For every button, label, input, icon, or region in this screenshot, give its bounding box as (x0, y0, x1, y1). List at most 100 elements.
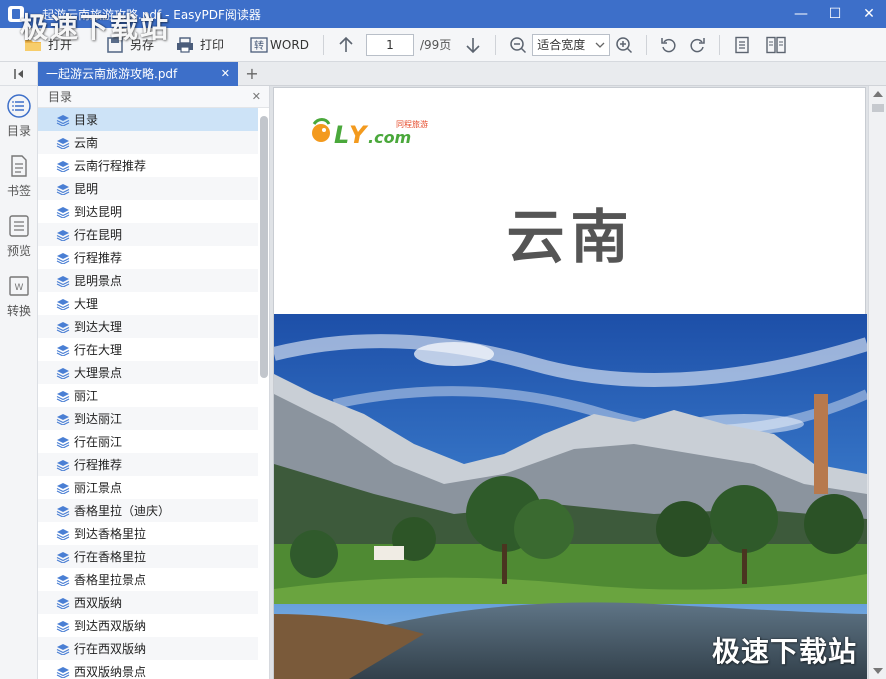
toc-item-label: 行在香格里拉 (74, 550, 147, 564)
zoom-out-icon (510, 36, 527, 53)
layers-icon (56, 367, 70, 379)
tab-document[interactable]: 一起游云南旅游攻略.pdf ✕ (38, 61, 238, 86)
toc-panel-close-icon[interactable]: ✕ (252, 90, 261, 103)
rail-item-preview[interactable]: 预览 (0, 206, 38, 266)
toc-item-label: 香格里拉景点 (74, 573, 147, 587)
page-heading: 云南 (506, 203, 635, 271)
to-word-button[interactable]: 转 WORD (244, 31, 315, 59)
toc-item[interactable]: 到达昆明 (38, 200, 258, 223)
toc-item[interactable]: 香格里拉景点 (38, 568, 258, 591)
toc-item[interactable]: 到达丽江 (38, 407, 258, 430)
layers-icon (56, 459, 70, 471)
rotate-left-icon (661, 37, 676, 52)
ly-logo-graphic: L Y .com 同程旅游 (312, 118, 428, 149)
rail-item-toc[interactable]: 目录 (0, 86, 38, 146)
toc-item-label: 目录 (74, 113, 99, 127)
minimize-button[interactable]: — (784, 0, 818, 28)
zoom-select[interactable]: 适合宽度 (532, 33, 611, 56)
layers-icon (56, 206, 70, 218)
toc-item-label: 行在大理 (74, 343, 123, 357)
toc-item[interactable]: 行程推荐 (38, 246, 258, 269)
rail-label-preview: 预览 (6, 243, 31, 258)
toc-item[interactable]: 丽江 (38, 384, 258, 407)
toc-item[interactable]: 西双版纳 (38, 591, 258, 614)
toolbar-divider (495, 34, 497, 55)
convert-icon: W (9, 275, 29, 296)
toc-item[interactable]: 西双版纳景点 (38, 660, 258, 679)
zoom-in-button[interactable] (610, 31, 638, 59)
rotate-right-button[interactable] (683, 31, 711, 59)
rail-label-bookmark: 书签 (6, 183, 31, 198)
preview-icon (9, 214, 29, 237)
collapse-icon (13, 68, 23, 79)
toc-item[interactable]: 云南 (38, 131, 258, 154)
toc-item[interactable]: 昆明 (38, 177, 258, 200)
layers-icon (56, 413, 70, 425)
layers-icon (56, 643, 70, 655)
scroll-up-icon[interactable] (873, 91, 883, 97)
rail-label-convert: 转换 (6, 303, 31, 318)
toc-item-label: 行在西双版纳 (74, 642, 147, 656)
toc-item[interactable]: 行在香格里拉 (38, 545, 258, 568)
zoom-in-icon (616, 36, 633, 53)
rotate-left-button[interactable] (655, 31, 683, 59)
toc-scrollbar[interactable] (260, 110, 268, 676)
toc-scroll-thumb[interactable] (260, 116, 268, 378)
toc-item[interactable]: 到达大理 (38, 315, 258, 338)
rotate-right-icon (690, 37, 706, 52)
single-page-view-button[interactable] (728, 31, 756, 59)
close-button[interactable]: ✕ (852, 0, 886, 28)
toc-item[interactable]: 行在昆明 (38, 223, 258, 246)
toc-item[interactable]: 到达香格里拉 (38, 522, 258, 545)
chevron-down-icon (595, 42, 605, 48)
toggle-sidebar-button[interactable] (0, 62, 37, 86)
tab-close-icon[interactable]: ✕ (221, 67, 230, 80)
layers-icon (56, 321, 70, 333)
arrow-up-icon (339, 36, 353, 52)
yunnan-landscape-photo (274, 314, 867, 679)
toc-item[interactable]: 行在西双版纳 (38, 637, 258, 660)
layers-icon (56, 597, 70, 609)
printer-icon (177, 36, 194, 53)
toc-item[interactable]: 云南行程推荐 (38, 154, 258, 177)
rail-item-bookmark[interactable]: 书签 (0, 146, 38, 206)
toc-item[interactable]: 目录 (38, 108, 258, 131)
toc-item[interactable]: 行在大理 (38, 338, 258, 361)
layers-icon (56, 551, 70, 563)
document-scroll-thumb[interactable] (872, 104, 884, 112)
toc-item-label: 云南行程推荐 (74, 159, 147, 173)
toc-item-label: 昆明景点 (74, 274, 123, 288)
previous-page-button[interactable] (332, 31, 360, 59)
add-tab-button[interactable]: + (238, 62, 266, 86)
toc-item[interactable]: 大理 (38, 292, 258, 315)
toolbar-divider (646, 34, 648, 55)
toc-item-label: 到达昆明 (74, 205, 123, 219)
document-scrollbar[interactable] (868, 86, 886, 679)
toc-item[interactable]: 昆明景点 (38, 269, 258, 292)
next-page-button[interactable] (459, 31, 487, 59)
toc-item[interactable]: 大理景点 (38, 361, 258, 384)
toc-item-label: 大理景点 (74, 366, 123, 380)
ly-logo: L Y .com 同程旅游 (308, 114, 438, 150)
zoom-out-button[interactable] (504, 31, 532, 59)
maximize-button[interactable]: ☐ (818, 0, 852, 28)
rail-item-convert[interactable]: W 转换 (0, 266, 38, 326)
double-page-view-button[interactable] (762, 31, 790, 59)
scroll-down-icon[interactable] (873, 668, 883, 674)
toc-item[interactable]: 行在丽江 (38, 430, 258, 453)
layers-icon (56, 344, 70, 356)
toc-item[interactable]: 香格里拉（迪庆） (38, 499, 258, 522)
tab-label: 一起游云南旅游攻略.pdf (46, 67, 178, 81)
print-button[interactable]: 打印 (170, 31, 230, 59)
page-number-input[interactable]: 1 (365, 33, 414, 56)
convert-word-icon: 转 (250, 36, 268, 53)
svg-text:W: W (15, 283, 24, 293)
toc-item-label: 行程推荐 (74, 251, 123, 265)
layers-icon (56, 436, 70, 448)
toc-item[interactable]: 到达西双版纳 (38, 614, 258, 637)
toc-item[interactable]: 丽江景点 (38, 476, 258, 499)
svg-text:L: L (334, 121, 349, 149)
toc-item-label: 大理 (74, 297, 99, 311)
layers-icon (56, 574, 70, 586)
toc-item[interactable]: 行程推荐 (38, 453, 258, 476)
